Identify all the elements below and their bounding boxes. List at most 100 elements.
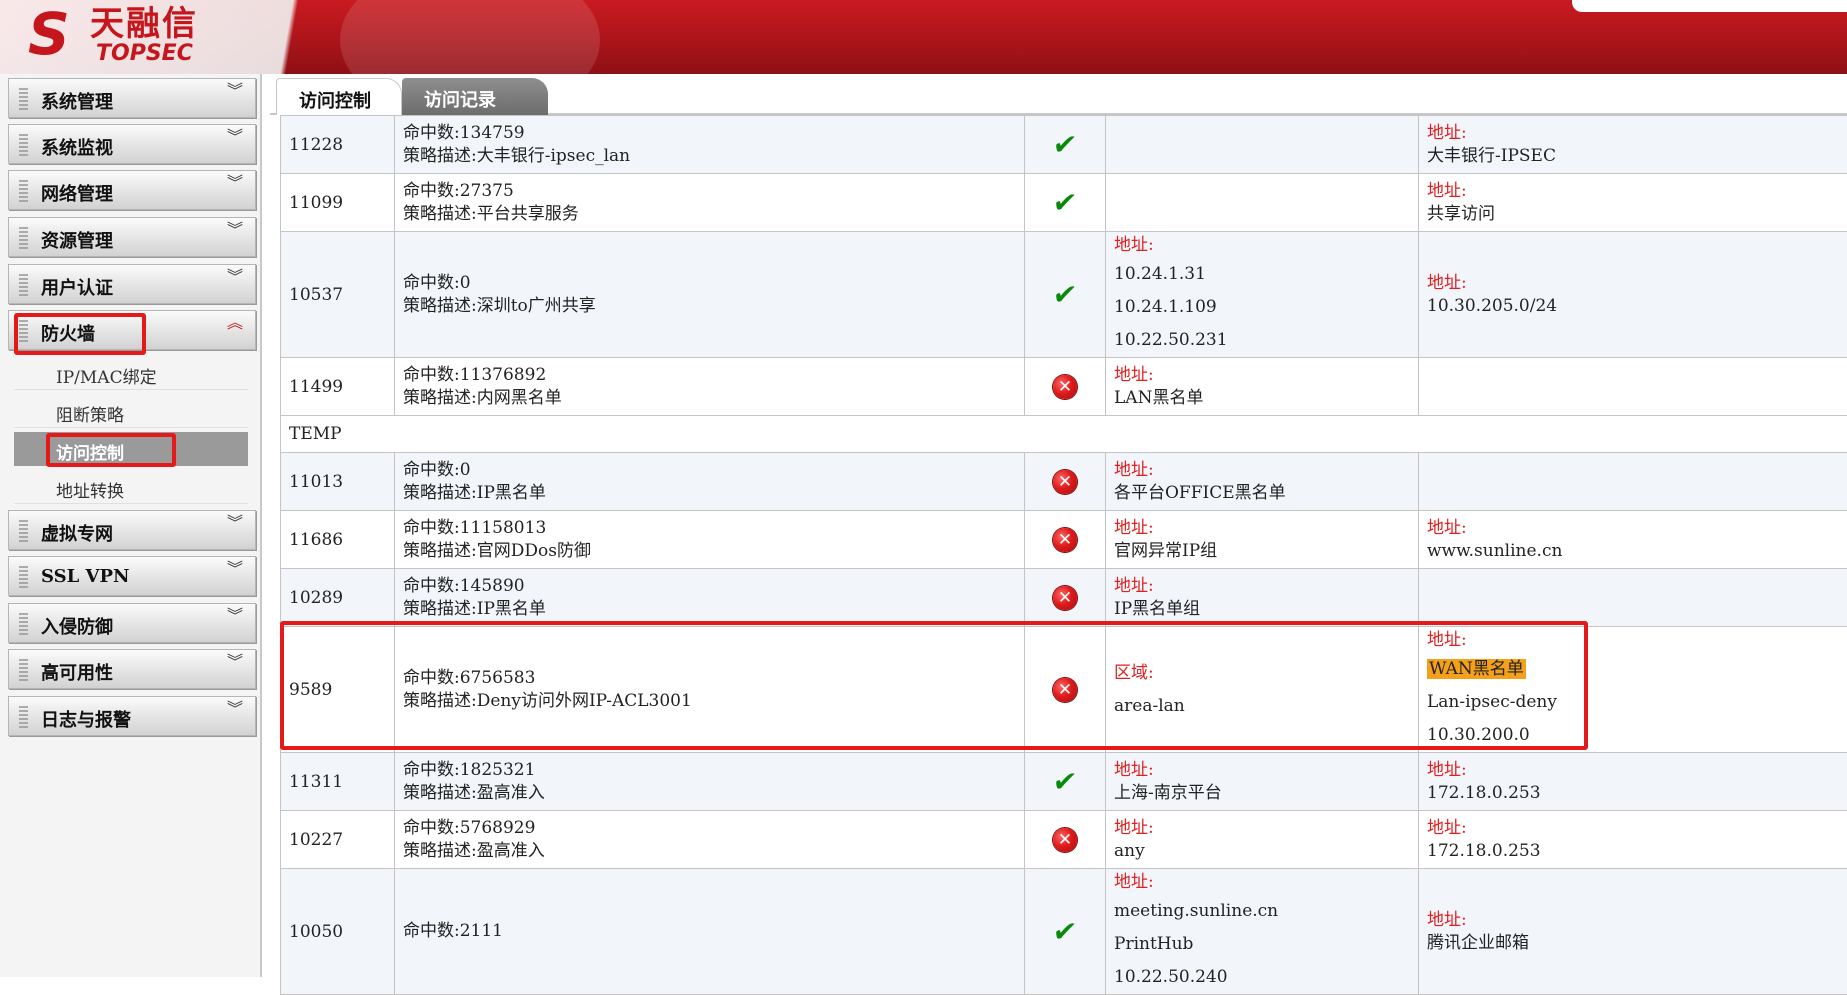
chevron-down-icon: ︾ [227,517,243,529]
address-value: 大丰银行-IPSEC [1427,145,1839,168]
menu-firewall[interactable]: 防火墙 ︽ [8,310,256,350]
hit-count: 命中数:11376892 [403,364,1016,387]
policy-row[interactable]: 11013命中数:0策略描述:IP黑名单✕地址:各平台OFFICE黑名单 [281,453,1847,511]
policy-row[interactable]: 11499命中数:11376892策略描述:内网黑名单✕地址:LAN黑名单 [281,358,1847,416]
checkmark-icon: ✔ [1051,131,1078,159]
policy-description: 策略描述:官网DDos防御 [403,540,1016,563]
policy-action: ✔ [1025,869,1106,995]
logo-en: TOPSEC [96,42,193,66]
address-value: PrintHub [1114,928,1410,961]
grip-icon [19,706,28,728]
deny-x-icon: ✕ [1053,678,1077,702]
policy-description: 策略描述:平台共享服务 [403,203,1016,226]
menu-label: 用户认证 [41,274,113,300]
menu-resource-management[interactable]: 资源管理 ︾ [8,217,256,257]
hit-count: 命中数:6756583 [403,667,1016,690]
deny-x-icon: ✕ [1053,586,1077,610]
policy-row[interactable]: 11311命中数:1825321策略描述:盈高准入✔地址:上海-南京平台地址:1… [281,753,1847,811]
deny-x-icon: ✕ [1053,375,1077,399]
hit-count: 命中数:134759 [403,122,1016,145]
policy-action: ✕ [1025,569,1106,627]
policy-row[interactable]: 10289命中数:145890策略描述:IP黑名单✕地址:IP黑名单组 [281,569,1847,627]
destination-address [1419,453,1847,511]
submenu-label: 访问控制 [56,439,124,464]
policy-action: ✕ [1025,358,1106,416]
menu-high-availability[interactable]: 高可用性 ︾ [8,649,256,689]
address-value: IP黑名单组 [1114,598,1410,621]
address-label: 地址: [1427,627,1839,653]
destination-address: 地址:172.18.0.253 [1419,811,1847,869]
policy-info: 命中数:0策略描述:深圳to广州共享 [395,232,1025,358]
source-address [1106,174,1419,232]
policy-action: ✕ [1025,511,1106,569]
policy-id: 11013 [281,453,395,511]
address-label: 地址: [1114,575,1410,598]
submenu-block-policy[interactable]: 阻断策略 [14,394,248,428]
menu-label: 系统管理 [41,88,113,114]
source-address [1106,116,1419,174]
address-value: 10.22.50.231 [1114,324,1410,357]
address-value: 上海-南京平台 [1114,782,1410,805]
address-label: 地址: [1114,759,1410,782]
policy-row[interactable]: 10537命中数:0策略描述:深圳to广州共享✔地址:10.24.1.3110.… [281,232,1847,358]
header-top-box [1572,0,1847,12]
submenu-nat[interactable]: 地址转换 [14,470,248,504]
submenu-ip-mac-binding[interactable]: IP/MAC绑定 [14,356,248,390]
header-banner: S 天融信 TOPSEC [0,0,1847,74]
grip-icon [19,659,28,681]
grip-icon [19,227,28,249]
address-value: 10.30.205.0/24 [1427,295,1839,318]
address-value: 172.18.0.253 [1427,782,1839,805]
menu-system-monitor[interactable]: 系统监视 ︾ [8,124,256,164]
header-swoosh-arc [340,0,600,74]
checkmark-icon: ✔ [1051,768,1078,796]
address-value: 共享访问 [1427,203,1839,226]
tab-access-control[interactable]: 访问控制 [276,78,402,115]
menu-label: 系统监视 [41,134,113,160]
policy-row[interactable]: 11686命中数:11158013策略描述:官网DDos防御✕地址:官网异常IP… [281,511,1847,569]
address-value: 10.24.1.31 [1114,258,1410,291]
policy-info: 命中数:1825321策略描述:盈高准入 [395,753,1025,811]
hit-count: 命中数:27375 [403,180,1016,203]
hit-count: 命中数:0 [403,272,1016,295]
chevron-down-icon: ︾ [227,656,243,668]
zone-value: area-lan [1114,690,1410,723]
chevron-down-icon: ︾ [227,85,243,97]
policy-row[interactable]: 10227命中数:5768929策略描述:盈高准入✕地址:any地址:172.1… [281,811,1847,869]
address-label: 地址: [1427,517,1839,540]
source-address: 地址:各平台OFFICE黑名单 [1106,453,1419,511]
policy-info: 命中数:145890策略描述:IP黑名单 [395,569,1025,627]
menu-label: 资源管理 [41,227,113,253]
policy-row[interactable]: 11099命中数:27375策略描述:平台共享服务✔地址:共享访问 [281,174,1847,232]
menu-ssl-vpn[interactable]: SSL VPN ︾ [8,556,256,596]
tab-access-log[interactable]: 访问记录 [402,78,548,115]
policy-row[interactable]: 11228命中数:134759策略描述:大丰银行-ipsec_lan✔地址:大丰… [281,116,1847,174]
chevron-down-icon: ︾ [227,563,243,575]
policy-info: 命中数:2111 [395,869,1025,995]
hit-count: 命中数:5768929 [403,817,1016,840]
menu-network-management[interactable]: 网络管理 ︾ [8,170,256,210]
group-row: TEMP [281,416,1847,453]
chevron-down-icon: ︾ [227,177,243,189]
submenu-label: 地址转换 [56,477,124,502]
policy-row[interactable]: 9589命中数:6756583策略描述:Deny访问外网IP-ACL3001✕区… [281,627,1847,753]
grip-icon [19,520,28,542]
policy-id: 10050 [281,869,395,995]
address-label: 地址: [1427,759,1839,782]
menu-user-auth[interactable]: 用户认证 ︾ [8,264,256,304]
menu-vpn[interactable]: 虚拟专网 ︾ [8,510,256,550]
menu-system-management[interactable]: 系统管理 ︾ [8,78,256,118]
menu-ips[interactable]: 入侵防御 ︾ [8,603,256,643]
source-address: 地址:10.24.1.3110.24.1.10910.22.50.231 [1106,232,1419,358]
deny-x-icon: ✕ [1053,528,1077,552]
address-value: WAN黑名单 [1427,653,1839,686]
hit-count: 命中数:11158013 [403,517,1016,540]
destination-address: 地址:腾讯企业邮箱 [1419,869,1847,995]
policy-row[interactable]: 10050命中数:2111✔地址:meeting.sunline.cnPrint… [281,869,1847,995]
menu-logs-alerts[interactable]: 日志与报警 ︾ [8,696,256,736]
submenu-access-control[interactable]: 访问控制 [14,432,248,466]
grip-icon [19,180,28,202]
policy-id: 10537 [281,232,395,358]
menu-label: 防火墙 [41,320,95,346]
policy-id: 11686 [281,511,395,569]
